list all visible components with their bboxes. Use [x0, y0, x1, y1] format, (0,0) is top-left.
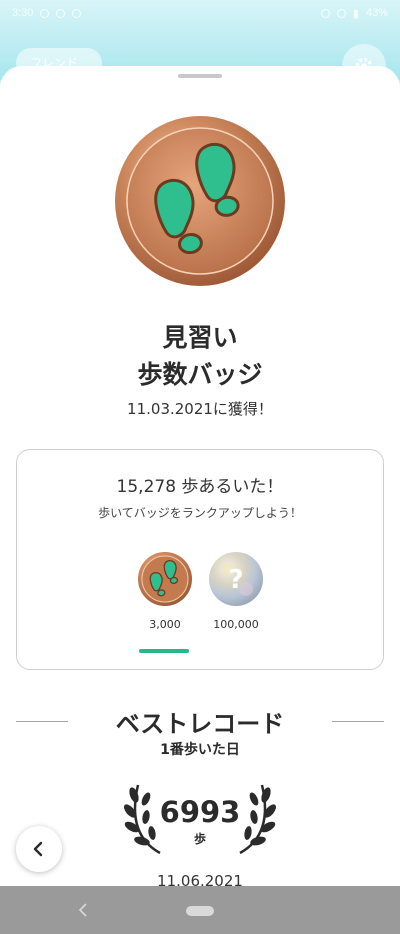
- badge-subtitle: 歩数バッジ: [137, 360, 263, 389]
- badge-obtained-date: 11.03.2021に獲得！: [127, 400, 273, 418]
- selected-level-indicator: [139, 649, 189, 653]
- chevron-left-icon: [33, 841, 43, 857]
- back-button[interactable]: [16, 826, 62, 872]
- level-label-bronze: 3,000: [149, 618, 181, 631]
- steps-walked-text: 15,278 歩あるいた！: [116, 477, 284, 497]
- wifi-icon: [336, 8, 346, 18]
- step-progress-card: 15,278 歩あるいた！ 歩いてバッジをランクアップしよう！ ? 3,000 …: [16, 449, 384, 670]
- sheet-drag-handle[interactable]: [178, 74, 222, 78]
- system-navigation-bar: [0, 886, 400, 934]
- system-home-pill[interactable]: [186, 906, 214, 916]
- bronze-step-badge-icon: [115, 116, 285, 286]
- divider-right: [332, 721, 384, 722]
- rankup-hint: 歩いてバッジをランクアップしよう！: [98, 506, 302, 520]
- battery-level: 43%: [365, 7, 388, 19]
- best-record-subtitle: 1番歩いた日: [160, 742, 240, 758]
- status-time: 3:30: [12, 7, 34, 19]
- message-icon: [56, 8, 66, 18]
- battery-icon: ▮: [352, 7, 359, 20]
- notification-icon: [40, 8, 50, 18]
- alarm-icon: [320, 8, 330, 18]
- level-label-next: 100,000: [213, 618, 259, 631]
- system-back-icon[interactable]: [76, 902, 92, 918]
- app-icon: [72, 8, 82, 18]
- svg-text:?: ?: [228, 565, 243, 595]
- badge-title: 見習い: [162, 323, 238, 352]
- best-record-steps: 6993: [159, 795, 241, 829]
- locked-badge-question-icon[interactable]: ?: [208, 551, 264, 607]
- status-bar: 3:30 ▮ 43%: [0, 0, 400, 26]
- bronze-badge-level-icon[interactable]: [137, 551, 193, 607]
- best-record-header: ベストレコード: [0, 704, 400, 738]
